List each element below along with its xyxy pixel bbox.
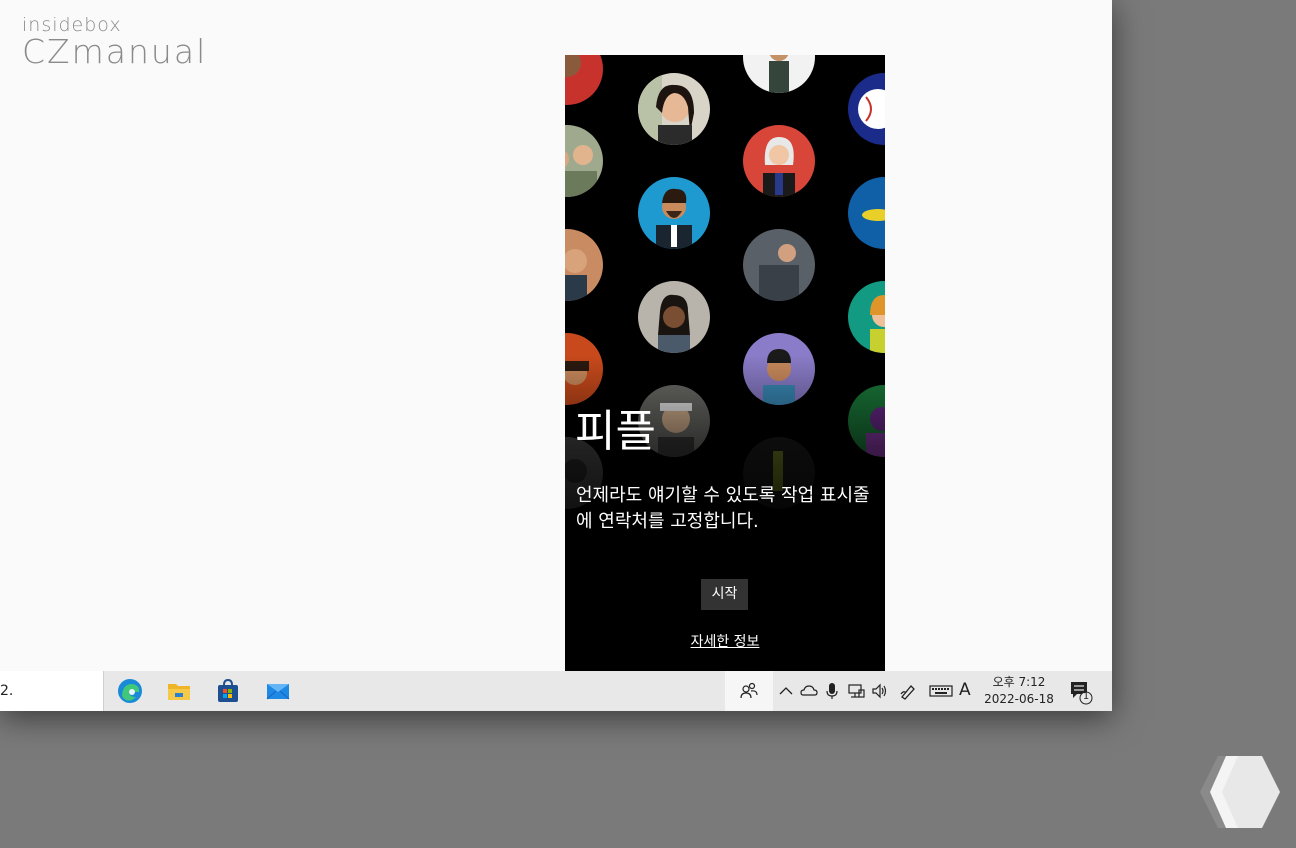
people-icon bbox=[740, 682, 758, 699]
network-icon[interactable] bbox=[846, 681, 866, 701]
volume-icon[interactable] bbox=[870, 681, 890, 701]
chevron-up-icon[interactable] bbox=[776, 681, 796, 701]
contact-avatar bbox=[565, 125, 603, 197]
start-button[interactable]: 시작 bbox=[701, 579, 748, 610]
clock-date: 2022-06-18 bbox=[984, 692, 1054, 706]
contact-avatar bbox=[638, 281, 710, 353]
contact-avatar bbox=[743, 229, 815, 301]
store-icon[interactable] bbox=[215, 678, 241, 704]
back-chevron-icon bbox=[1196, 754, 1280, 830]
contact-avatar bbox=[638, 177, 710, 249]
contact-avatar bbox=[565, 55, 603, 105]
people-panel: 피플 언제라도 얘기할 수 있도록 작업 표시줄에 연락처를 고정합니다. 시작… bbox=[565, 55, 885, 671]
clock-time: 오후 7:12 bbox=[992, 675, 1046, 689]
edge-icon[interactable] bbox=[117, 678, 143, 704]
learn-more-link[interactable]: 자세한 정보 bbox=[565, 631, 885, 651]
app-window: insidebox CZmanual 피플 언제라도 얘기할 수 있도록 작업 … bbox=[0, 0, 1112, 711]
ime-indicator[interactable]: A bbox=[959, 680, 971, 700]
people-button[interactable] bbox=[725, 671, 773, 711]
notification-badge: 1 bbox=[1082, 691, 1090, 702]
watermark-line2: CZmanual bbox=[22, 32, 208, 71]
taskbar-search-box[interactable]: 2. bbox=[0, 671, 104, 711]
pen-workspace-icon[interactable] bbox=[898, 681, 918, 701]
notification-center-icon[interactable]: 1 bbox=[1068, 679, 1094, 705]
contact-avatar bbox=[638, 73, 710, 145]
contact-avatar bbox=[848, 73, 885, 145]
mail-icon[interactable] bbox=[265, 678, 291, 704]
taskbar-clock[interactable]: 오후 7:12 2022-06-18 bbox=[980, 674, 1058, 708]
contact-avatar bbox=[848, 281, 885, 353]
taskbar: 2. A 오후 7:12 2022-06-18 1 bbox=[0, 671, 1112, 711]
panel-description: 언제라도 얘기할 수 있도록 작업 표시줄에 연락처를 고정합니다. bbox=[576, 485, 870, 532]
keyboard-icon[interactable] bbox=[929, 681, 953, 701]
panel-title: 피플 bbox=[575, 406, 656, 457]
contact-avatar bbox=[743, 125, 815, 197]
watermark-logo: insidebox CZmanual bbox=[22, 14, 207, 71]
contact-avatar bbox=[743, 55, 815, 93]
onedrive-icon[interactable] bbox=[799, 681, 819, 701]
microphone-icon[interactable] bbox=[822, 681, 842, 701]
contact-avatar bbox=[565, 229, 603, 301]
file-explorer-icon[interactable] bbox=[166, 678, 192, 704]
contact-avatar bbox=[848, 177, 885, 249]
